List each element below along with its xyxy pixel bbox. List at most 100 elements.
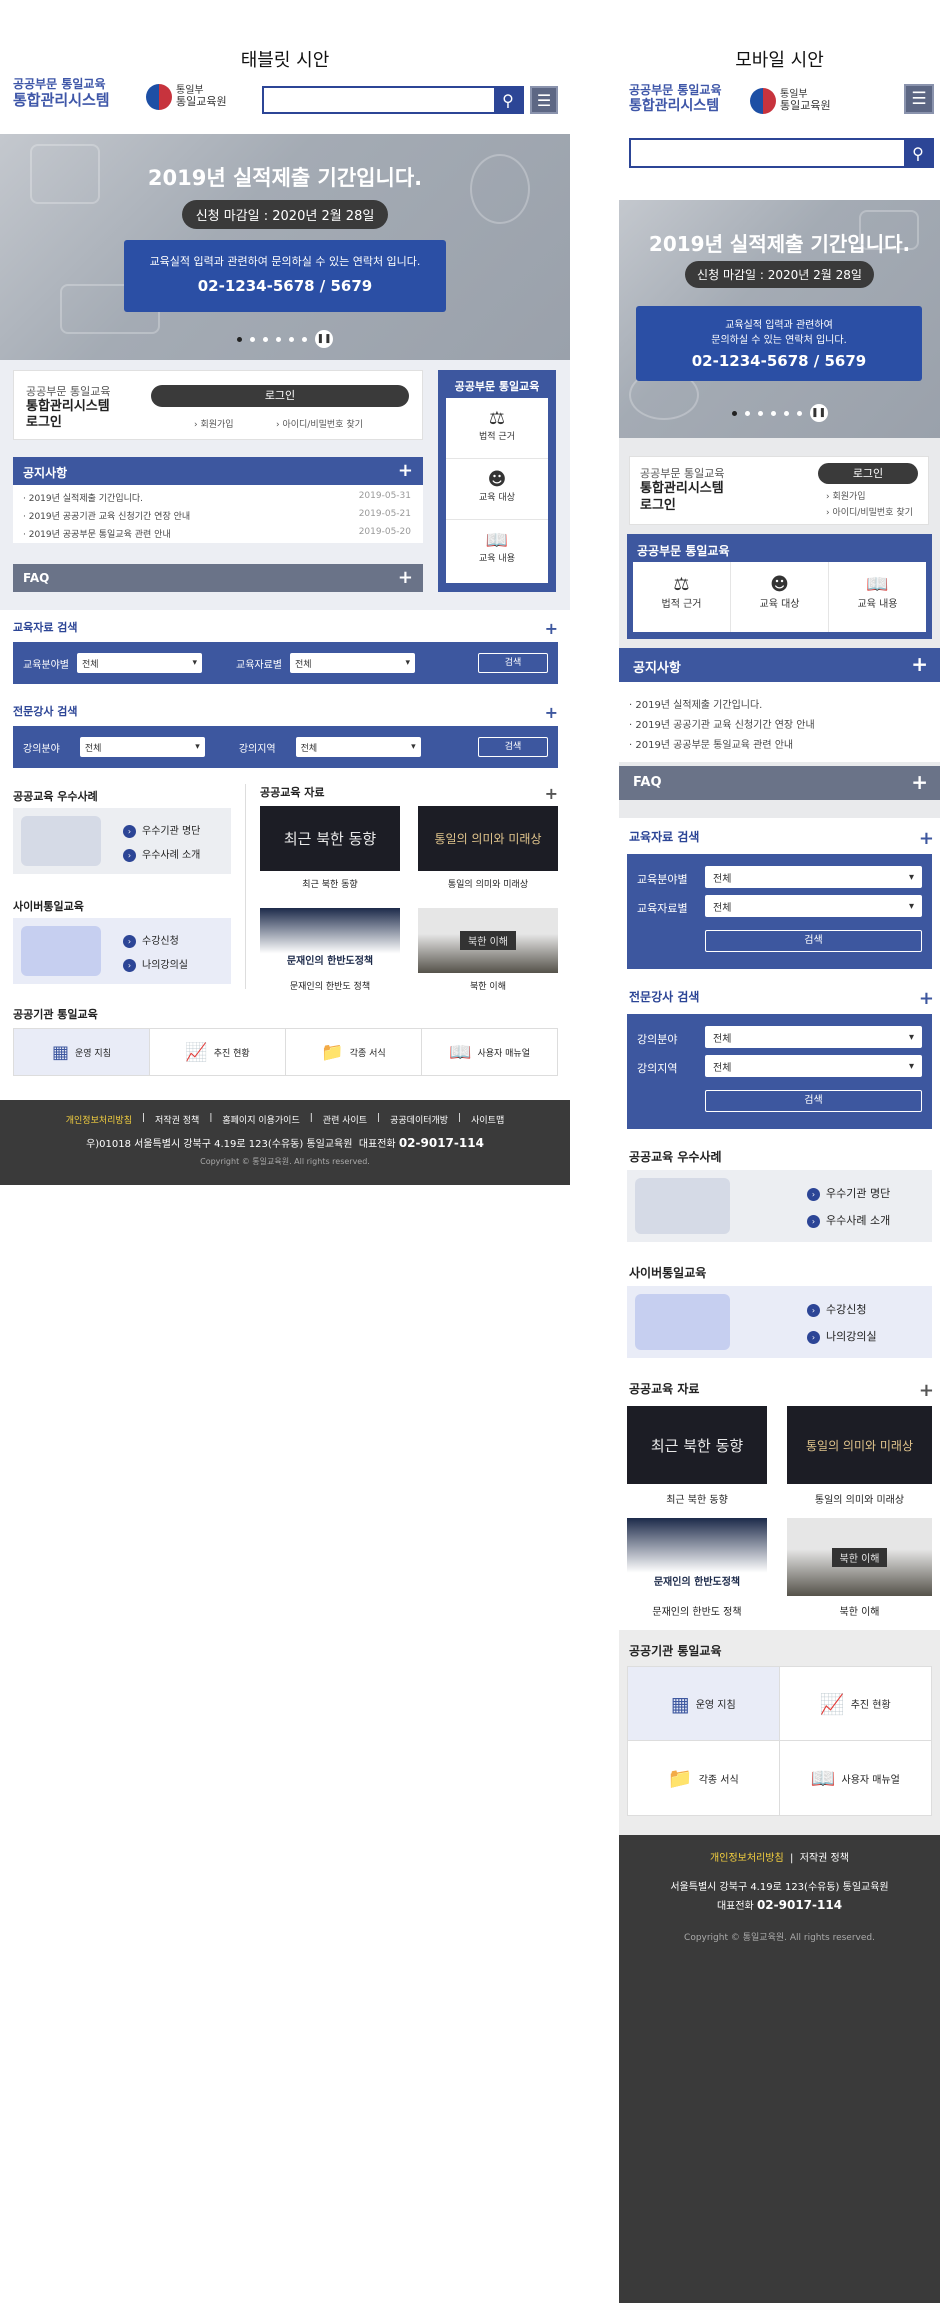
lecturer-more-icon[interactable]: + [919, 988, 934, 1009]
search-input[interactable] [631, 140, 904, 166]
notice-item[interactable]: · 2019년 공공부문 통일교육 관련 안내 [23, 527, 171, 540]
material-search-button[interactable]: 검색 [478, 653, 548, 673]
carousel-dot[interactable] [744, 410, 750, 416]
notice-item[interactable]: · 2019년 실적제출 기간입니다. [629, 696, 930, 711]
my-classroom-link[interactable]: › 나의강의실 [123, 956, 188, 972]
quick-legal[interactable]: ⚖ 법적 근거 [633, 562, 731, 632]
faq-header[interactable]: FAQ + [619, 766, 940, 800]
material-more-icon[interactable]: + [545, 619, 558, 638]
folder-icon: 📁 [667, 1766, 693, 1790]
material-card[interactable]: 최근 북한 동향 최근 북한 동향 [260, 806, 400, 890]
notice-item[interactable]: · 2019년 공공기관 교육 신청기간 연장 안내 [23, 509, 190, 522]
lecturer-search: 강의분야 전체 ▾ 강의지역 전체 ▾ 검색 [627, 1014, 932, 1129]
menu-icon[interactable]: ☰ [530, 86, 558, 114]
agency-forms[interactable]: 📁 각종 서식 [628, 1741, 780, 1815]
carousel-dot[interactable] [276, 336, 281, 342]
lecture-region-select[interactable]: 전체 ▾ [295, 737, 421, 757]
carousel-dot[interactable] [250, 336, 255, 342]
enroll-link[interactable]: › 수강신청 [123, 932, 179, 948]
faq-more-icon[interactable]: + [911, 770, 928, 794]
material-type-select[interactable]: 전체 ▾ [705, 895, 922, 917]
materials-more-icon[interactable]: + [545, 784, 558, 803]
faq-header[interactable]: FAQ + [13, 564, 423, 592]
site-logo[interactable]: 공공부문 통일교육 통합관리시스템 [629, 83, 722, 114]
copyright-link[interactable]: 저작권 정책 [800, 1853, 849, 1864]
pause-icon[interactable]: ❚❚ [315, 330, 333, 348]
quick-content[interactable]: 📖 교육 내용 [446, 520, 548, 581]
carousel-dot[interactable] [796, 410, 802, 416]
lecturer-search-button[interactable]: 검색 [705, 1090, 922, 1112]
carousel-dot[interactable] [302, 336, 307, 342]
notice-header[interactable]: 공지사항 + [13, 457, 423, 485]
material-card[interactable]: 북한 이해 북한 이해 [418, 908, 558, 992]
privacy-link[interactable]: 개인정보처리방침 [710, 1853, 784, 1864]
material-card[interactable]: 문재인의 한반도정책 문재인의 한반도 정책 [627, 1518, 767, 1618]
agency-manual[interactable]: 📖 사용자 매뉴얼 [422, 1029, 557, 1075]
best-case-illustration [21, 816, 101, 866]
material-type-select[interactable]: 전체 ▾ [290, 653, 415, 673]
agency-status[interactable]: 📈 추진 현황 [779, 1667, 931, 1741]
material-search-button[interactable]: 검색 [705, 930, 922, 952]
menu-icon[interactable]: ☰ [904, 84, 934, 114]
site-logo[interactable]: 공공부문 통일교육 통합관리시스템 [13, 77, 110, 109]
my-classroom-link[interactable]: › 나의강의실 [807, 1328, 877, 1344]
notice-more-icon[interactable]: + [398, 460, 413, 481]
find-id-link[interactable]: › 아이디/비밀번호 찾기 [826, 505, 913, 518]
quick-content[interactable]: 📖 교육 내용 [829, 562, 926, 632]
best-case-link[interactable]: › 우수사례 소개 [807, 1212, 890, 1228]
quick-target[interactable]: ☻ 교육 대상 [731, 562, 829, 632]
search-icon[interactable]: ⚲ [904, 140, 932, 166]
agency-guideline[interactable]: ▦ 운영 지침 [628, 1667, 780, 1741]
join-link[interactable]: › 회원가입 [194, 417, 234, 430]
lecture-region-select[interactable]: 전체 ▾ [705, 1055, 922, 1077]
carousel-dot[interactable] [263, 336, 268, 342]
carousel-dot[interactable] [237, 336, 242, 342]
cyber-card: › 수강신청 › 나의강의실 [627, 1286, 932, 1358]
notice-more-icon[interactable]: + [911, 652, 928, 676]
faq-more-icon[interactable]: + [398, 567, 413, 588]
login-button[interactable]: 로그인 [818, 463, 918, 484]
best-case-link[interactable]: › 우수사례 소개 [123, 846, 200, 862]
material-more-icon[interactable]: + [919, 828, 934, 849]
notice-item[interactable]: · 2019년 실적제출 기간입니다. [23, 491, 143, 504]
material-card[interactable]: 최근 북한 동향 최근 북한 동향 [627, 1406, 767, 1506]
material-card[interactable]: 북한 이해 북한 이해 [787, 1518, 932, 1618]
lecture-field-select[interactable]: 전체 ▾ [79, 737, 205, 757]
notice-item[interactable]: · 2019년 공공기관 교육 신청기간 연장 안내 [629, 716, 930, 731]
quick-legal[interactable]: ⚖ 법적 근거 [446, 398, 548, 459]
login-button[interactable]: 로그인 [151, 385, 409, 407]
join-link[interactable]: › 회원가입 [826, 489, 866, 502]
carousel-dot[interactable] [731, 410, 737, 416]
best-case-card: › 우수기관 명단 › 우수사례 소개 [627, 1170, 932, 1242]
cubes-icon: ▦ [670, 1691, 690, 1716]
carousel-dot[interactable] [289, 336, 294, 342]
footer-links: 개인정보처리방침 | 저작권 정책 | 홈페이지 이용가이드 | 관련 사이트 | 공공… [65, 1113, 505, 1126]
quick-target[interactable]: ☻ 교육 대상 [446, 459, 548, 520]
agency-status[interactable]: 📈 추진 현황 [150, 1029, 286, 1075]
pause-icon[interactable]: ❚❚ [809, 404, 828, 422]
agency-forms[interactable]: 📁 각종 서식 [286, 1029, 422, 1075]
search-icon[interactable]: ⚲ [494, 88, 522, 112]
material-card[interactable]: 통일의 의미와 미래상 통일의 의미와 미래상 [787, 1406, 932, 1506]
find-id-link[interactable]: › 아이디/비밀번호 찾기 [276, 417, 363, 430]
material-card[interactable]: 문재인의 한반도정책 문재인의 한반도 정책 [260, 908, 400, 992]
enroll-link[interactable]: › 수강신청 [807, 1301, 866, 1317]
search-input[interactable] [264, 88, 494, 112]
agency-guideline[interactable]: ▦ 운영 지침 [14, 1029, 150, 1075]
carousel-dot[interactable] [783, 410, 789, 416]
best-agency-link[interactable]: › 우수기관 명단 [123, 822, 200, 838]
lecture-field-select[interactable]: 전체 ▾ [705, 1026, 922, 1048]
agency-manual[interactable]: 📖 사용자 매뉴얼 [780, 1741, 932, 1815]
lecturer-search-button[interactable]: 검색 [478, 737, 548, 757]
notice-header[interactable]: 공지사항 + [619, 648, 940, 682]
material-search: 교육분야별 전체 ▾ 교육자료별 전체 ▾ 검색 [627, 854, 932, 969]
material-card[interactable]: 통일의 의미와 미래상 통일의 의미와 미래상 [418, 806, 558, 890]
notice-item[interactable]: · 2019년 공공부문 통일교육 관련 안내 [629, 736, 930, 751]
material-field-select[interactable]: 전체 ▾ [77, 653, 202, 673]
carousel-dot[interactable] [757, 410, 763, 416]
carousel-dot[interactable] [770, 410, 776, 416]
best-agency-link[interactable]: › 우수기관 명단 [807, 1185, 890, 1201]
materials-more-icon[interactable]: + [919, 1380, 934, 1401]
lecturer-more-icon[interactable]: + [545, 703, 558, 722]
material-field-select[interactable]: 전체 ▾ [705, 866, 922, 888]
